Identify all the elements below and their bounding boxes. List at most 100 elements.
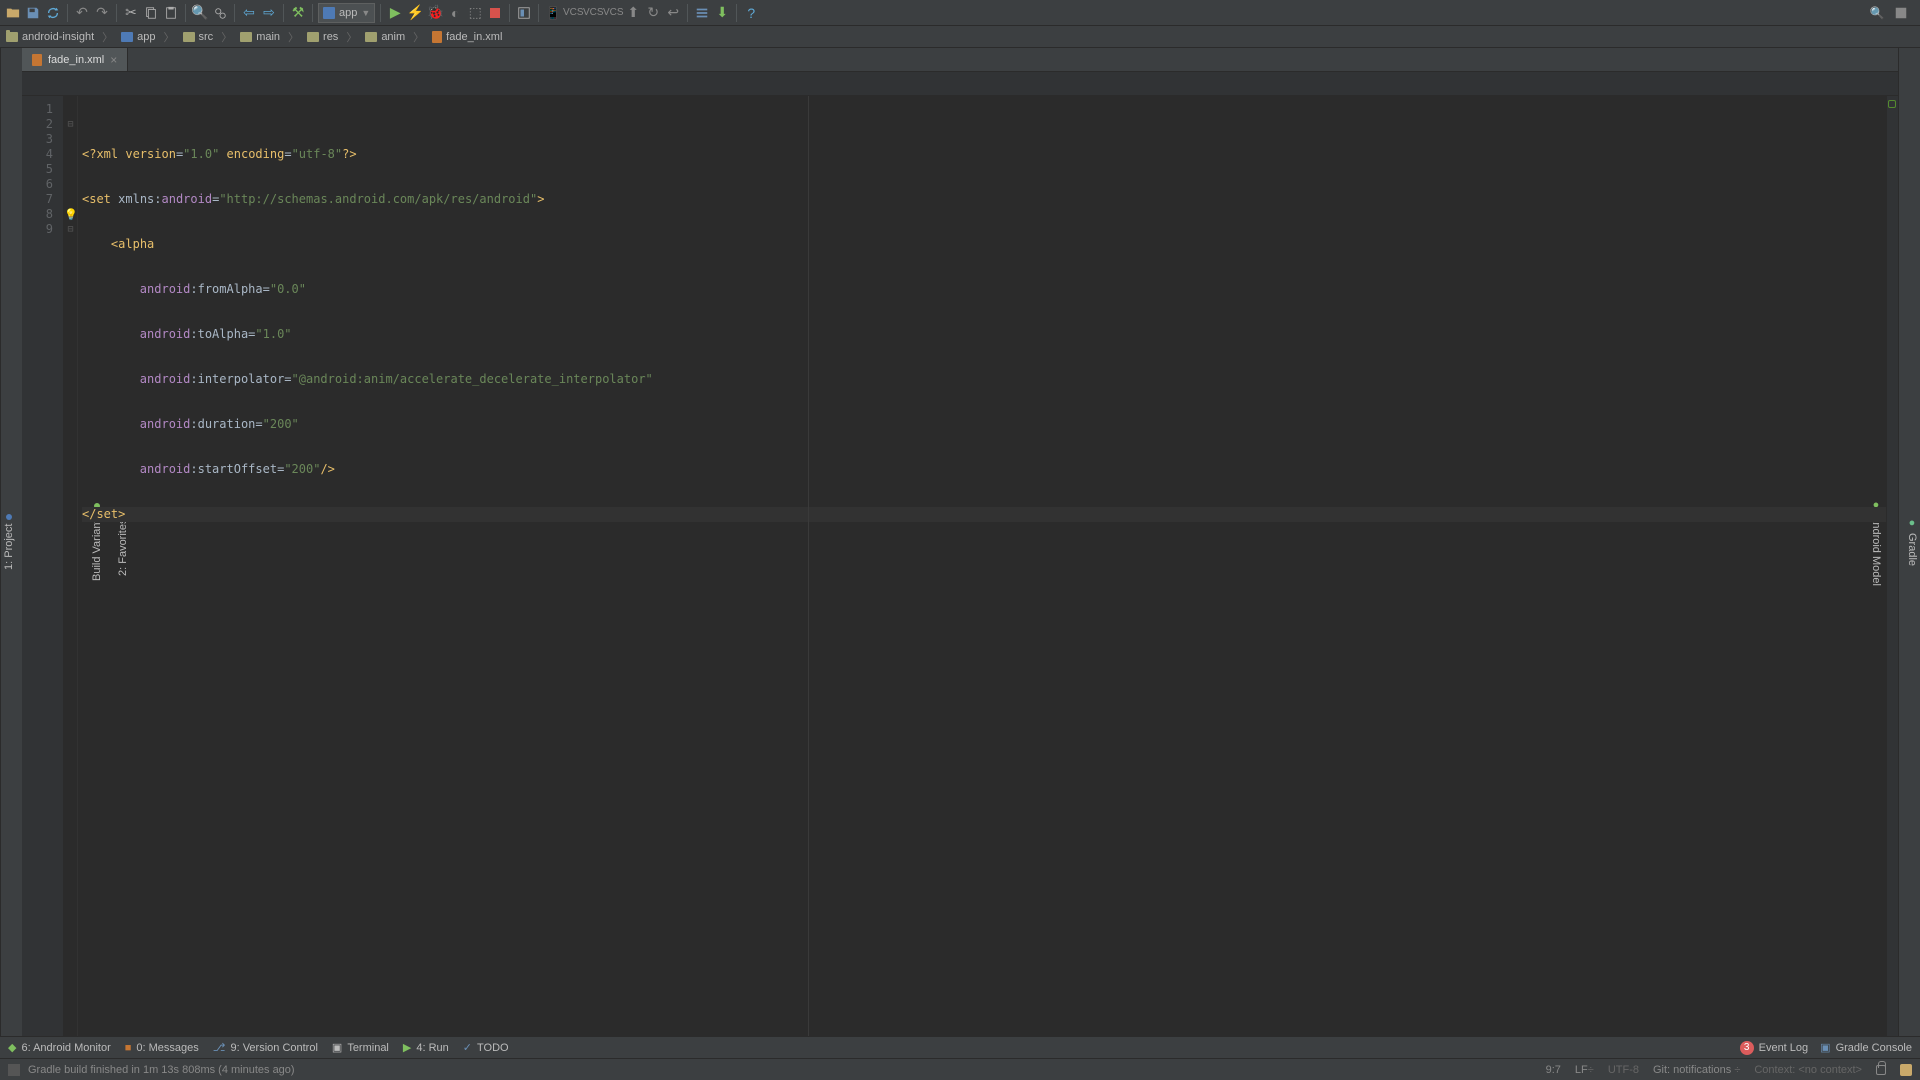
line-number-gutter: 1 2 3 4 5 6 7 8 9: [22, 96, 64, 1036]
tool-messages[interactable]: ■0: Messages: [125, 1042, 199, 1054]
back-icon[interactable]: ⇦: [240, 4, 258, 22]
caret-position[interactable]: 9:7: [1546, 1064, 1561, 1076]
intention-bulb-icon[interactable]: 💡: [64, 207, 77, 222]
tool-event-log[interactable]: 3Event Log: [1740, 1041, 1809, 1055]
vcs-icon: ⎇: [213, 1041, 226, 1054]
bottom-tool-bar: ◆6: Android Monitor ■0: Messages ⎇9: Ver…: [0, 1036, 1920, 1058]
build-icon[interactable]: ⚒: [289, 4, 307, 22]
vcs-update-icon[interactable]: VCS: [584, 4, 602, 22]
help-icon[interactable]: ?: [742, 4, 760, 22]
lock-icon[interactable]: [1876, 1065, 1886, 1075]
git-branch[interactable]: Git: notifications ÷: [1653, 1064, 1740, 1076]
profile-icon[interactable]: ◐: [446, 4, 464, 22]
android-icon: ◆: [8, 1041, 16, 1054]
project-icon: [6, 32, 18, 42]
left-tool-stripe: 1: Project 7: Structure Captures Build V…: [0, 48, 22, 1036]
fold-start-icon[interactable]: ⊟: [64, 117, 77, 132]
terminal-icon: ▣: [332, 1041, 342, 1054]
line-separator[interactable]: LF÷: [1575, 1064, 1594, 1076]
inspection-ok-icon: [1888, 100, 1896, 108]
code-editor[interactable]: <?xml version="1.0" encoding="utf-8"?> <…: [78, 96, 1886, 1036]
tool-version-control[interactable]: ⎇9: Version Control: [213, 1041, 318, 1054]
status-info-icon[interactable]: [8, 1064, 20, 1076]
find-icon[interactable]: 🔍: [191, 4, 209, 22]
open-icon[interactable]: [4, 4, 22, 22]
settings-icon[interactable]: [1892, 4, 1910, 22]
status-message: Gradle build finished in 1m 13s 808ms (4…: [28, 1064, 295, 1076]
attach-icon[interactable]: ⬚: [466, 4, 484, 22]
run-icon: ▶: [403, 1041, 411, 1054]
tool-android-monitor[interactable]: ◆6: Android Monitor: [8, 1041, 111, 1054]
right-tool-stripe: ●Gradle ●Android Model: [1898, 48, 1920, 1036]
vcs-revert-icon[interactable]: ↩: [664, 4, 682, 22]
xml-file-icon: [432, 31, 442, 43]
editor-body: 1 2 3 4 5 6 7 8 9 ⊟ 💡 ⊟ <?xml version="1…: [22, 96, 1898, 1036]
fold-gutter: ⊟ 💡 ⊟: [64, 96, 78, 1036]
editor-zone: fade_in.xml × 1 2 3 4 5 6 7 8 9 ⊟ 💡 ⊟: [22, 48, 1898, 1036]
tool-todo[interactable]: ✓TODO: [463, 1041, 509, 1054]
tool-gradle-console[interactable]: ▣Gradle Console: [1820, 1041, 1912, 1054]
messages-icon: ■: [125, 1042, 132, 1054]
gradle-console-icon: ▣: [1820, 1041, 1830, 1054]
status-bar: Gradle build finished in 1m 13s 808ms (4…: [0, 1058, 1920, 1080]
editor-tabs: fade_in.xml ×: [22, 48, 1898, 72]
fold-end-icon[interactable]: ⊟: [64, 222, 77, 237]
tool-gradle[interactable]: ●Gradle: [1904, 513, 1920, 570]
folder-icon: [183, 32, 195, 42]
paste-icon[interactable]: [162, 4, 180, 22]
run-config-selector[interactable]: app ▼: [318, 3, 375, 23]
vcs-icon[interactable]: VCS: [564, 4, 582, 22]
dropdown-icon: ▼: [361, 8, 370, 18]
folder-icon: [307, 32, 319, 42]
redo-icon[interactable]: ↷: [93, 4, 111, 22]
apply-changes-icon[interactable]: ⚡: [406, 4, 424, 22]
tool-terminal[interactable]: ▣Terminal: [332, 1041, 389, 1054]
editor-tab-label: fade_in.xml: [48, 54, 104, 66]
replace-icon[interactable]: [211, 4, 229, 22]
crumb-module[interactable]: app〉: [121, 29, 174, 45]
crumb-main[interactable]: main〉: [240, 29, 299, 45]
crumb-file[interactable]: fade_in.xml: [432, 31, 502, 43]
folder-icon: [365, 32, 377, 42]
editor-header: [22, 72, 1898, 96]
context[interactable]: Context: <no context>: [1754, 1064, 1862, 1076]
save-icon[interactable]: [24, 4, 42, 22]
right-margin-line: [808, 96, 809, 1036]
run-config-label: app: [339, 7, 357, 19]
crumb-anim[interactable]: anim〉: [365, 29, 424, 45]
run-icon[interactable]: ▶: [386, 4, 404, 22]
layout-inspector-icon[interactable]: [515, 4, 533, 22]
editor-tab-fade-in[interactable]: fade_in.xml ×: [22, 48, 128, 71]
sync-icon[interactable]: [44, 4, 62, 22]
sdk-manager-icon[interactable]: ⬇: [713, 4, 731, 22]
crumb-res[interactable]: res〉: [307, 29, 357, 45]
main-area: 1: Project 7: Structure Captures Build V…: [0, 48, 1920, 1036]
crumb-project[interactable]: android-insight〉: [6, 29, 113, 45]
vcs-history-icon[interactable]: ↻: [644, 4, 662, 22]
todo-icon: ✓: [463, 1041, 472, 1054]
cut-icon[interactable]: ✂: [122, 4, 140, 22]
close-icon[interactable]: ×: [110, 53, 117, 67]
file-encoding[interactable]: UTF-8: [1608, 1064, 1639, 1076]
hector-icon[interactable]: [1900, 1064, 1912, 1076]
gradle-dot-icon: ●: [1906, 517, 1918, 529]
structure-icon[interactable]: [693, 4, 711, 22]
forward-icon[interactable]: ⇨: [260, 4, 278, 22]
avd-manager-icon[interactable]: 📱: [544, 4, 562, 22]
event-badge: 3: [1740, 1041, 1754, 1055]
xml-file-icon: [32, 54, 42, 66]
search-icon[interactable]: 🔍: [1868, 4, 1886, 22]
undo-icon[interactable]: ↶: [73, 4, 91, 22]
folder-icon: [240, 32, 252, 42]
debug-icon[interactable]: 🐞: [426, 4, 444, 22]
vcs-commit-icon[interactable]: VCS: [604, 4, 622, 22]
main-toolbar: ↶ ↷ ✂ 🔍 ⇦ ⇨ ⚒ app ▼ ▶ ⚡ 🐞 ◐ ⬚ 📱 VCS VCS …: [0, 0, 1920, 26]
vcs-push-icon[interactable]: ⬆: [624, 4, 642, 22]
project-dot-icon: [6, 514, 12, 520]
tool-run[interactable]: ▶4: Run: [403, 1041, 449, 1054]
copy-icon[interactable]: [142, 4, 160, 22]
tool-project[interactable]: 1: Project: [1, 510, 17, 574]
stop-icon[interactable]: [486, 4, 504, 22]
crumb-src[interactable]: src〉: [183, 29, 233, 45]
error-stripe[interactable]: [1886, 96, 1898, 1036]
